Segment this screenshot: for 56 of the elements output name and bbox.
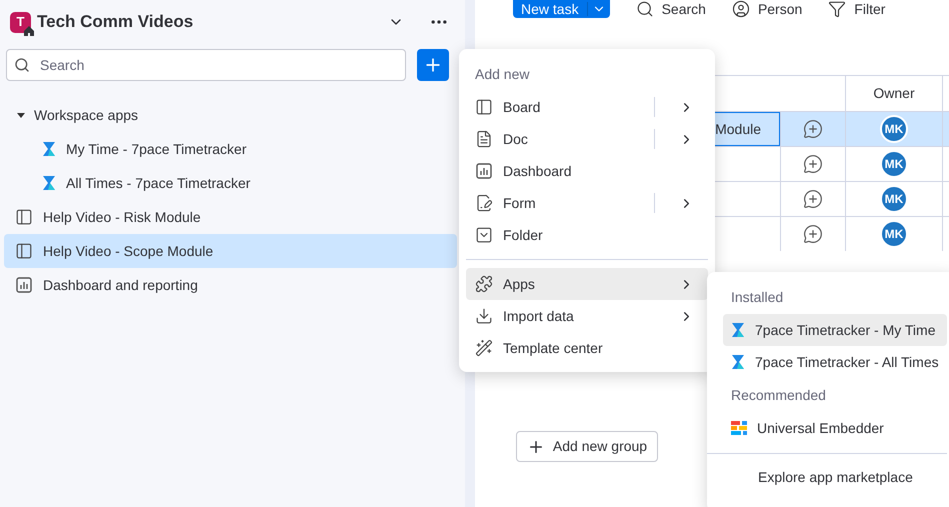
caret-icon <box>16 110 26 120</box>
add-comment-icon[interactable] <box>803 189 823 209</box>
section-label: Workspace apps <box>34 106 138 125</box>
sidebar-section[interactable]: Workspace apps <box>4 98 457 132</box>
menu-item[interactable]: 7pace Timetracker - All Times <box>723 346 947 378</box>
sidebar-item[interactable]: Dashboard and reporting <box>4 268 457 302</box>
new-task-button[interactable]: New task <box>513 0 610 18</box>
document-icon <box>475 130 493 148</box>
blocks-icon <box>731 420 747 436</box>
search-field[interactable]: Search <box>6 49 406 81</box>
sidebar-item[interactable]: Help Video - Risk Module <box>4 200 457 234</box>
toolbar-button[interactable]: Person <box>732 0 802 20</box>
avatar: MK <box>880 115 908 143</box>
download-icon <box>475 307 493 325</box>
hourglass-icon <box>42 175 56 191</box>
section-label: Recommended <box>730 386 827 404</box>
filter-icon <box>828 0 846 18</box>
menu-title: Add new <box>474 64 530 84</box>
folder-icon <box>475 226 493 244</box>
avatar: MK <box>880 185 908 213</box>
menu-item[interactable]: 7pace Timetracker - My Time <box>723 314 947 346</box>
chart-icon <box>15 276 33 294</box>
sidebar-item[interactable]: Help Video - Scope Module <box>4 234 457 268</box>
add-button[interactable] <box>417 49 449 81</box>
board-icon <box>15 208 33 226</box>
search-icon <box>14 57 30 73</box>
wand-icon <box>475 339 493 357</box>
sidebar-item[interactable]: My Time - 7pace Timetracker <box>4 132 457 166</box>
marketplace-link[interactable]: Explore app marketplace <box>758 466 913 488</box>
add-comment-icon[interactable] <box>803 154 823 174</box>
menu-item[interactable]: Import data <box>466 300 708 332</box>
avatar: MK <box>880 220 908 248</box>
menu-item[interactable]: Universal Embedder <box>723 412 947 444</box>
add-comment-icon[interactable] <box>803 224 823 244</box>
avatar: MK <box>880 150 908 178</box>
menu-item[interactable]: Apps <box>466 268 708 300</box>
hourglass-icon <box>42 141 56 157</box>
puzzle-icon <box>475 275 493 293</box>
workspace-title: Tech Comm Videos <box>37 11 194 34</box>
toolbar-button[interactable]: Search <box>636 0 706 20</box>
section-label: Installed <box>730 288 784 306</box>
add-group-button[interactable]: Add new group <box>516 431 658 462</box>
home-icon <box>24 26 34 36</box>
menu-item[interactable]: Template center <box>466 332 708 364</box>
board-icon <box>475 98 493 116</box>
board-icon <box>15 242 33 260</box>
sidebar-item[interactable]: All Times - 7pace Timetracker <box>4 166 457 200</box>
table-cell-text: Module <box>715 120 761 138</box>
toolbar-button[interactable]: Filter <box>828 0 886 20</box>
add-comment-icon[interactable] <box>803 119 823 139</box>
form-icon <box>475 194 493 212</box>
hourglass-icon <box>731 354 745 370</box>
hourglass-icon <box>731 322 745 338</box>
chart-icon <box>475 162 493 180</box>
search-icon <box>636 0 654 18</box>
person-icon <box>732 0 750 18</box>
